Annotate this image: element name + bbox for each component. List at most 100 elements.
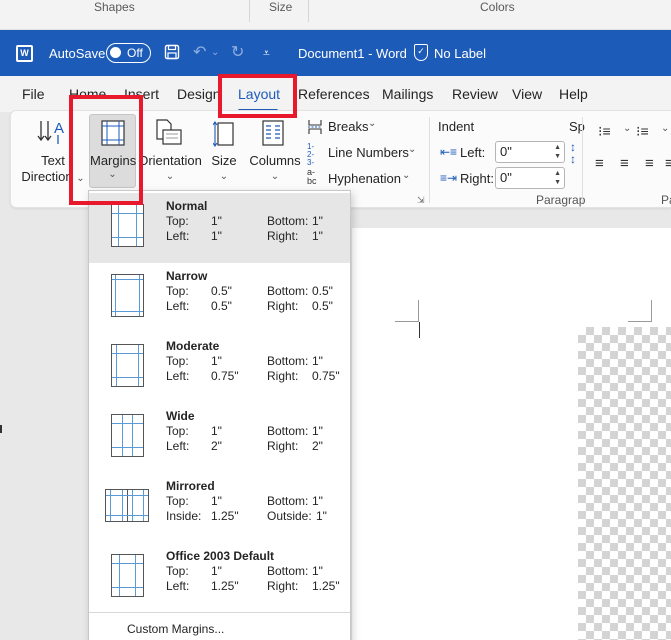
margin-guide-line — [112, 563, 143, 564]
columns-icon — [261, 119, 285, 150]
bottom-value: 0.5" — [312, 284, 333, 298]
margin-guide-line — [112, 447, 143, 448]
redo-icon[interactable]: ↻ — [231, 44, 244, 62]
tab-design[interactable]: Design — [177, 86, 221, 102]
margin-guide-line — [132, 415, 133, 456]
chevron-down-icon: ⌄ — [368, 118, 377, 129]
margin-guide-line — [110, 490, 111, 521]
margin-crop-mark — [395, 321, 419, 322]
margin-preview-icon — [111, 204, 144, 247]
tab-review[interactable]: Review — [452, 86, 498, 102]
bullets-icon[interactable]: ⁝≡ — [598, 123, 611, 140]
top-label: Top: — [166, 494, 189, 508]
margin-crop-mark — [628, 321, 652, 322]
top-label: Top: — [166, 354, 189, 368]
chevron-down-icon: ⌄ — [402, 170, 411, 181]
text-cursor — [419, 322, 420, 338]
margin-option-narrow[interactable]: Narrow Top: 0.5" Bottom: 0.5" Left: 0.5"… — [89, 263, 350, 333]
indent-left-icon: ⇤≡ — [440, 145, 458, 159]
margin-preview-icon — [111, 344, 144, 387]
margin-option-moderate[interactable]: Moderate Top: 1" Bottom: 1" Left: 0.75" … — [89, 333, 350, 403]
undo-dropdown-icon[interactable]: ⌄ — [211, 44, 219, 62]
dialog-launcher-icon[interactable]: ⇲ — [417, 195, 425, 206]
chevron-down-icon: ⌄ — [165, 171, 175, 182]
margin-preview-icon — [111, 274, 144, 317]
autosave-toggle[interactable]: Off — [106, 43, 151, 63]
margins-dropdown: Normal Top: 1" Bottom: 1" Left: 1" Right… — [88, 190, 351, 640]
chevron-down-icon: ⌄ — [219, 171, 229, 182]
margin-guide-line — [106, 495, 148, 496]
right-value: 2" — [312, 439, 323, 453]
spin-up-icon[interactable]: ▲ — [554, 144, 561, 152]
bottom-label: Bottom: — [267, 284, 309, 298]
toggle-knob — [110, 47, 121, 58]
bottom-value: 1" — [312, 424, 323, 438]
tab-view[interactable]: View — [512, 86, 542, 102]
right-label: Right: — [267, 369, 299, 383]
columns-button[interactable]: Columns ⌄ — [247, 153, 303, 185]
orientation-button[interactable]: Orientation ⌄ — [138, 153, 202, 185]
line-numbers-label: Line Numbers — [328, 145, 409, 160]
ribbon-group-strip: Shapes Size Colors — [0, 0, 671, 30]
tab-mailings[interactable]: Mailings — [382, 86, 433, 102]
indent-left-input[interactable]: 0" ▲ ▼ — [495, 141, 565, 163]
margin-guide-line — [112, 587, 143, 588]
custom-margins-menu-item[interactable]: Custom Margins... — [127, 622, 224, 636]
margin-crop-mark — [651, 300, 652, 321]
margin-preview-icon — [105, 489, 149, 522]
margin-preview-icon — [111, 414, 144, 457]
chevron-down-icon[interactable]: ⌄ — [661, 123, 669, 134]
group-label-paragraph: Paragrap — [536, 193, 586, 207]
group-label-colors: Colors — [480, 0, 515, 14]
sensitivity-label[interactable]: No Label — [434, 46, 486, 61]
group-label-shapes: Shapes — [94, 0, 135, 14]
hyphenation-label: Hyphenation — [328, 171, 401, 186]
align-center-icon[interactable]: ≡ — [620, 155, 629, 172]
chevron-down-icon[interactable]: ⌄ — [623, 123, 631, 134]
menu-divider — [89, 612, 350, 613]
top-value: 1" — [211, 424, 222, 438]
margin-guide-line — [116, 345, 117, 386]
right-label: Right: — [267, 229, 299, 243]
left-label: Left: — [166, 579, 190, 593]
size-button[interactable]: Size ⌄ — [207, 153, 241, 185]
left-value: 2" — [211, 439, 222, 453]
orientation-icon — [154, 119, 184, 150]
layout-tab-highlight — [218, 74, 297, 118]
divider — [429, 117, 430, 203]
tab-file[interactable]: File — [22, 86, 45, 102]
left-value: 0.5" — [211, 299, 232, 313]
align-right-icon[interactable]: ≡ — [645, 155, 654, 172]
margin-option-mirrored[interactable]: Mirrored Top: 1" Bottom: 1" Inside: 1.25… — [89, 473, 350, 543]
top-label: Top: — [166, 564, 189, 578]
bottom-label: Bottom: — [267, 424, 309, 438]
save-icon[interactable] — [164, 44, 180, 65]
sensitivity-label-icon[interactable]: ✓ — [414, 44, 428, 61]
indent-right-value: 0" — [500, 170, 512, 185]
indent-right-input[interactable]: 0" ▲ ▼ — [495, 167, 565, 189]
top-value: 1" — [211, 494, 222, 508]
left-label: Left: — [166, 369, 190, 383]
justify-icon[interactable]: ≡ — [665, 155, 671, 172]
bottom-label: Bottom: — [267, 354, 309, 368]
margin-option-wide[interactable]: Wide Top: 1" Bottom: 1" Left: 2" Right: … — [89, 403, 350, 473]
spin-up-icon[interactable]: ▲ — [554, 170, 561, 178]
align-left-icon[interactable]: ≡ — [595, 155, 604, 172]
autosave-label: AutoSave — [49, 46, 106, 61]
spin-down-icon[interactable]: ▼ — [554, 179, 561, 187]
margin-option-office-2003-default[interactable]: Office 2003 Default Top: 1" Bottom: 1" L… — [89, 543, 350, 613]
tab-references[interactable]: References — [298, 86, 370, 102]
indent-right-icon: ≡⇥ — [440, 171, 458, 185]
left-label: Left: — [166, 229, 190, 243]
margin-guide-line — [132, 490, 133, 521]
breaks-icon — [307, 119, 323, 138]
tab-help[interactable]: Help — [559, 86, 588, 102]
numbering-icon[interactable]: ⁝≡ — [636, 123, 649, 140]
customize-toolbar-icon[interactable]: ⩡ — [263, 44, 270, 62]
spin-down-icon[interactable]: ▼ — [554, 153, 561, 161]
margin-guide-line — [112, 237, 143, 238]
right-value: 0.5" — [312, 299, 333, 313]
margin-guide-line — [143, 490, 144, 521]
undo-icon[interactable]: ↶ — [193, 44, 206, 62]
left-edge-marker — [0, 425, 2, 433]
